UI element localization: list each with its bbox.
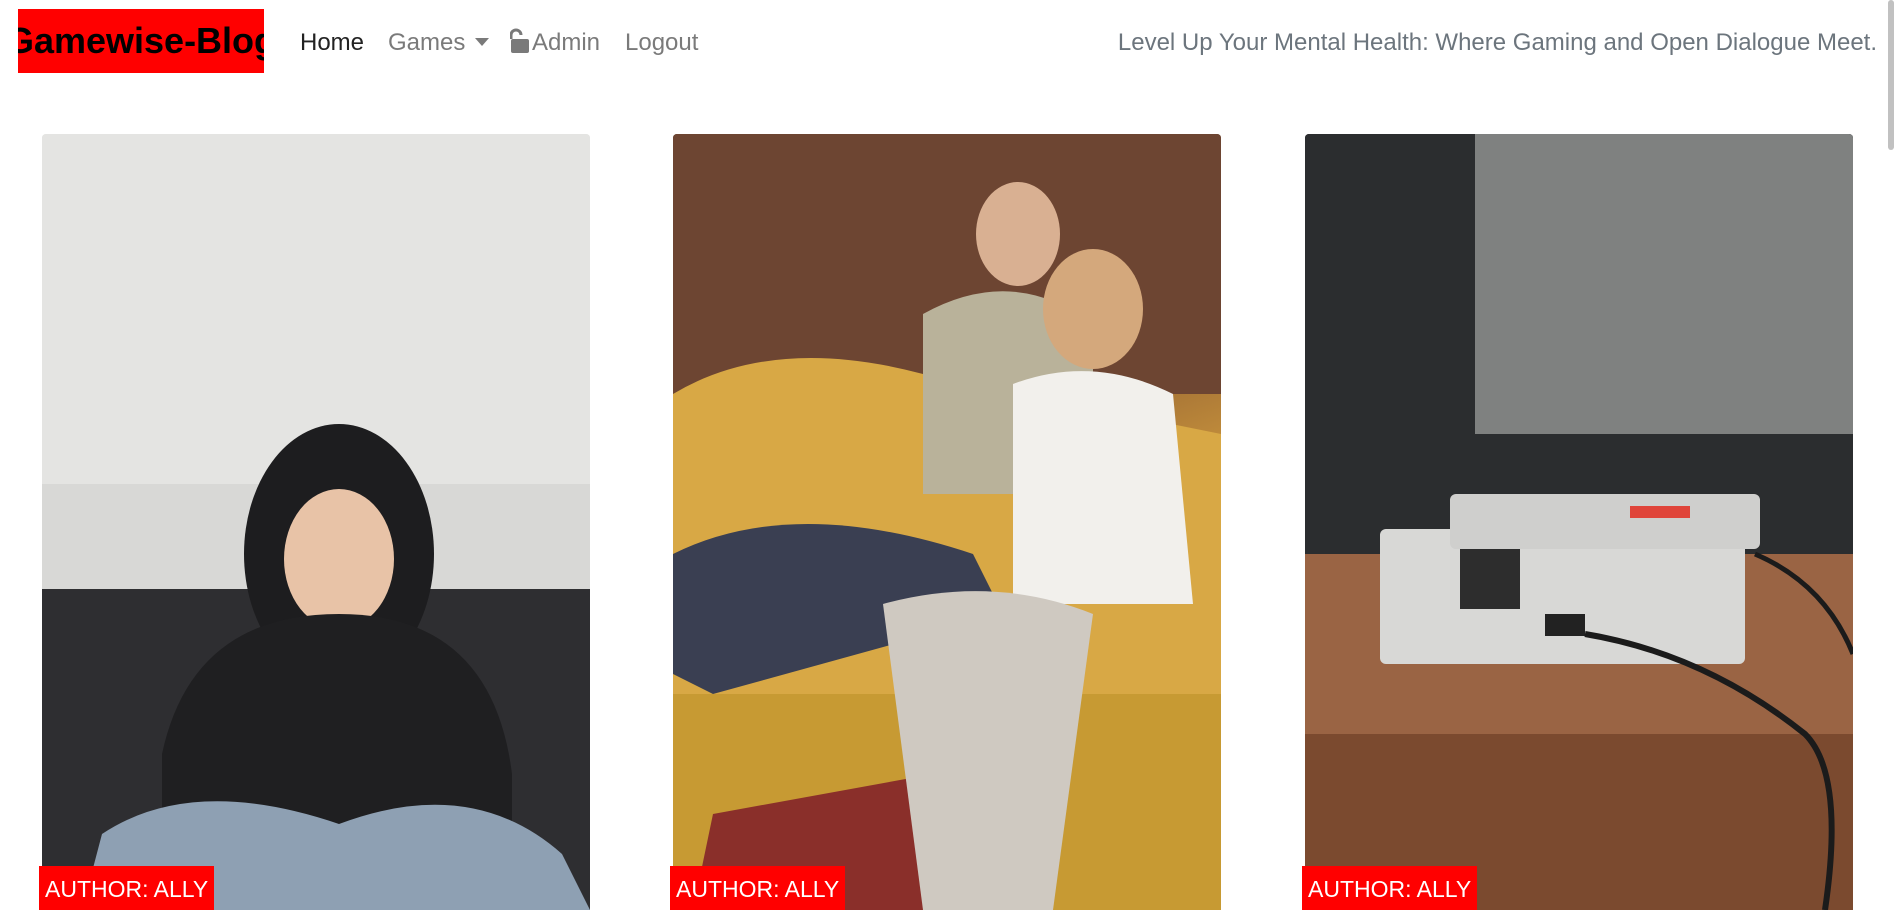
post-author-badge: AUTHOR: ALLY — [39, 866, 215, 910]
post-image — [1305, 134, 1853, 910]
nav-games-dropdown[interactable]: Games — [388, 26, 490, 60]
site-tagline: Level Up Your Mental Health: Where Gamin… — [1117, 29, 1877, 56]
post-image — [673, 134, 1221, 910]
nav-games-label: Games — [388, 29, 466, 56]
nav-home-link[interactable]: Home — [300, 26, 364, 60]
post-author-badge: AUTHOR: ALLY — [1302, 866, 1478, 910]
brand-logo[interactable]: Gamewise-Blog — [18, 9, 264, 73]
unlock-icon — [510, 28, 530, 54]
post-card[interactable] — [42, 134, 590, 910]
nav-admin-link[interactable]: Admin — [510, 26, 600, 60]
nav-logout-link[interactable]: Logout — [625, 26, 698, 60]
nav-admin-label: Admin — [532, 29, 601, 56]
post-image — [42, 134, 590, 910]
post-card[interactable] — [673, 134, 1221, 910]
page-scrollbar[interactable] — [1880, 0, 1900, 910]
nav-logout-label: Logout — [625, 29, 699, 56]
post-card[interactable] — [1305, 134, 1853, 910]
post-author-badge: AUTHOR: ALLY — [670, 866, 846, 910]
caret-down-icon — [475, 37, 490, 46]
navbar: Gamewise-Blog Home Games Admin Logout Le… — [0, 0, 1900, 88]
nav-home-label: Home — [300, 29, 365, 56]
scrollbar-thumb[interactable] — [1888, 0, 1894, 150]
